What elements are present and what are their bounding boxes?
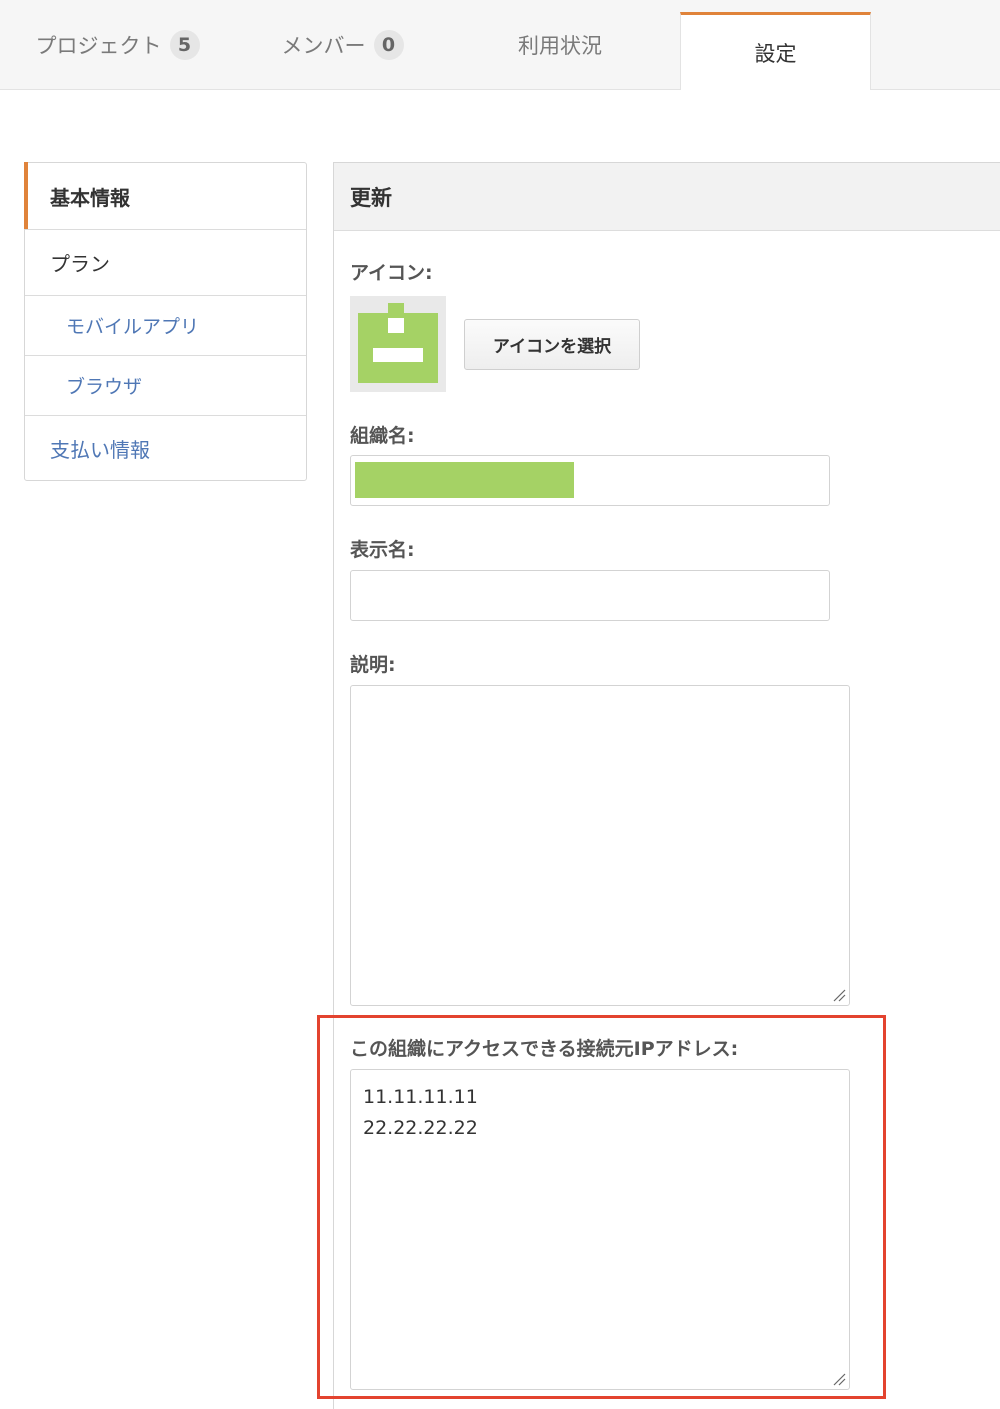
- tab-members[interactable]: メンバー 0: [265, 0, 420, 89]
- display-name-input[interactable]: [350, 570, 830, 621]
- top-tab-bar: プロジェクト 5 メンバー 0 利用状況 設定: [0, 0, 1000, 90]
- org-icon-preview: [350, 296, 446, 392]
- panel-title: 更新: [334, 163, 1000, 231]
- tab-projects-label: プロジェクト: [35, 33, 162, 58]
- org-name-redaction: [355, 462, 574, 498]
- select-icon-button[interactable]: アイコンを選択: [464, 319, 640, 370]
- resize-grip-icon[interactable]: [832, 988, 846, 1002]
- sidebar-item-label: 支払い情報: [50, 437, 150, 462]
- sidebar-item-label: ブラウザ: [66, 376, 143, 398]
- tab-usage[interactable]: 利用状況: [470, 0, 650, 89]
- tab-settings-label: 設定: [754, 41, 797, 66]
- tab-usage-label: 利用状況: [518, 33, 602, 58]
- members-count-badge: 0: [373, 29, 404, 60]
- description-textarea[interactable]: [350, 685, 850, 1006]
- pixel-inbox-icon: [358, 303, 438, 383]
- sidebar-item-browser[interactable]: ブラウザ: [25, 356, 306, 416]
- description-label: 説明:: [350, 654, 396, 676]
- tab-projects[interactable]: プロジェクト 5: [20, 0, 215, 89]
- org-name-label: 組織名:: [350, 425, 415, 447]
- sidebar-item-label: 基本情報: [50, 185, 130, 210]
- settings-side-menu: 基本情報 プラン モバイルアプリ ブラウザ 支払い情報: [24, 162, 307, 481]
- sidebar-item-label: モバイルアプリ: [66, 316, 200, 338]
- icon-label: アイコン:: [350, 262, 433, 284]
- tab-members-label: メンバー: [281, 33, 366, 58]
- tab-settings[interactable]: 設定: [680, 12, 871, 90]
- sidebar-item-basic-info[interactable]: 基本情報: [24, 162, 306, 230]
- display-name-label: 表示名:: [350, 539, 415, 561]
- sidebar-item-mobile-app[interactable]: モバイルアプリ: [25, 296, 306, 356]
- sidebar-item-payment-info[interactable]: 支払い情報: [25, 416, 306, 480]
- projects-count-badge: 5: [169, 29, 200, 60]
- ip-field-highlight-box: [317, 1015, 886, 1399]
- sidebar-item-label: プラン: [50, 252, 110, 276]
- sidebar-item-plan[interactable]: プラン: [25, 230, 306, 296]
